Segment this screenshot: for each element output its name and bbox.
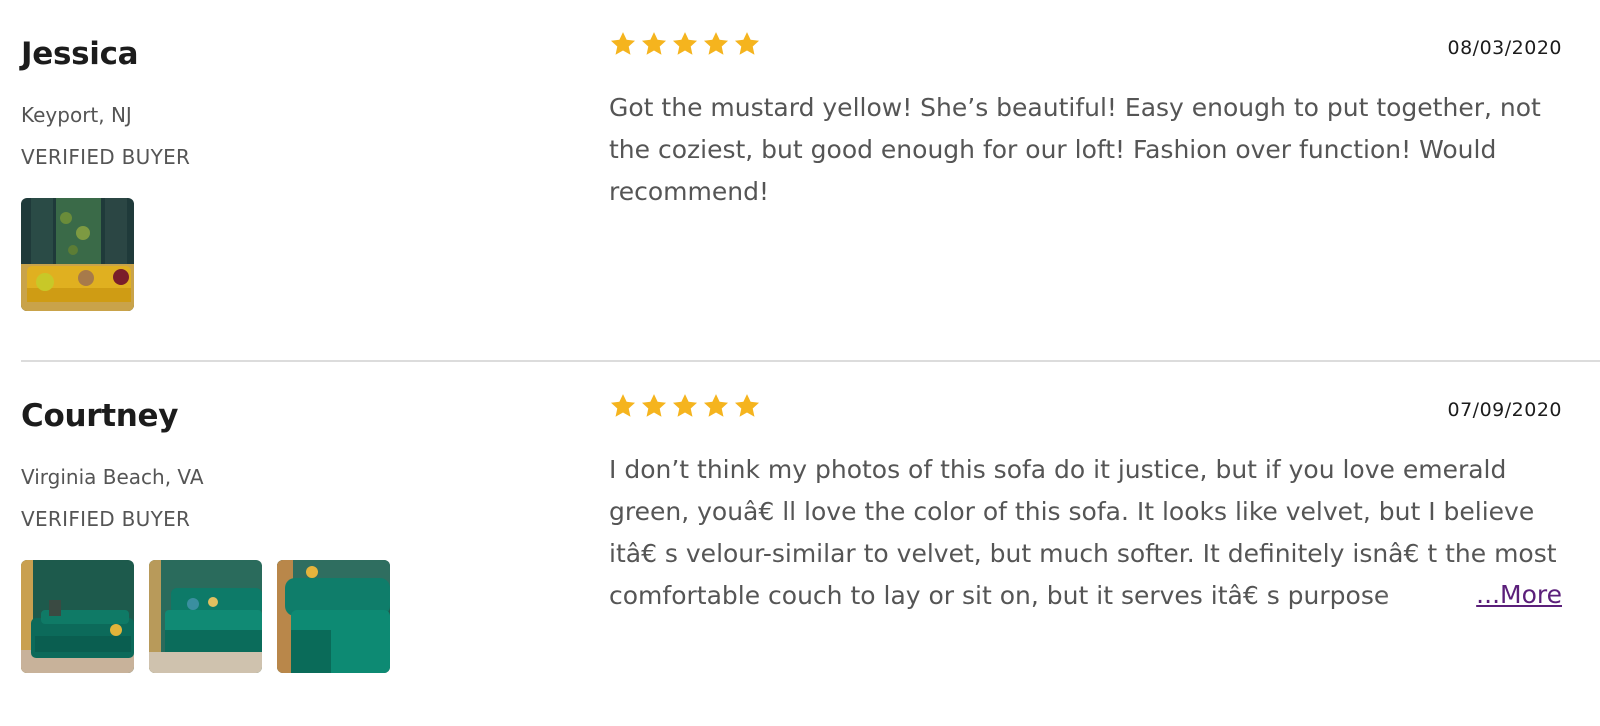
reviewer-name: Jessica (21, 36, 139, 72)
review-card: Jessica Keyport, NJ VERIFIED BUYER 08/03… (0, 0, 1600, 360)
reviewer-location: Virginia Beach, VA (21, 465, 204, 489)
star-icon (640, 392, 668, 420)
star-rating (609, 30, 761, 58)
star-icon (609, 30, 637, 58)
verified-buyer-badge: VERIFIED BUYER (21, 507, 191, 531)
star-icon (702, 30, 730, 58)
more-link[interactable]: ...More (1472, 574, 1562, 616)
review-photo-thumbnail[interactable] (21, 198, 134, 311)
reviewer-name: Courtney (21, 398, 179, 434)
star-icon (609, 392, 637, 420)
review-photos (21, 198, 134, 311)
review-date: 08/03/2020 (1447, 37, 1562, 59)
review-photos (21, 560, 390, 673)
star-rating (609, 392, 761, 420)
star-icon (733, 392, 761, 420)
star-icon (733, 30, 761, 58)
star-icon (640, 30, 668, 58)
verified-buyer-badge: VERIFIED BUYER (21, 145, 191, 169)
review-photo-thumbnail[interactable] (149, 560, 262, 673)
review-photo-thumbnail[interactable] (21, 560, 134, 673)
star-icon (671, 392, 699, 420)
review-photo-thumbnail[interactable] (277, 560, 390, 673)
star-icon (702, 392, 730, 420)
review-date: 07/09/2020 (1447, 399, 1562, 421)
text-fade-overlay (1380, 574, 1470, 616)
reviewer-location: Keyport, NJ (21, 103, 132, 127)
review-text: Got the mustard yellow! She’s beautiful!… (609, 93, 1541, 206)
star-icon (671, 30, 699, 58)
review-card: Courtney Virginia Beach, VA VERIFIED BUY… (0, 362, 1600, 726)
